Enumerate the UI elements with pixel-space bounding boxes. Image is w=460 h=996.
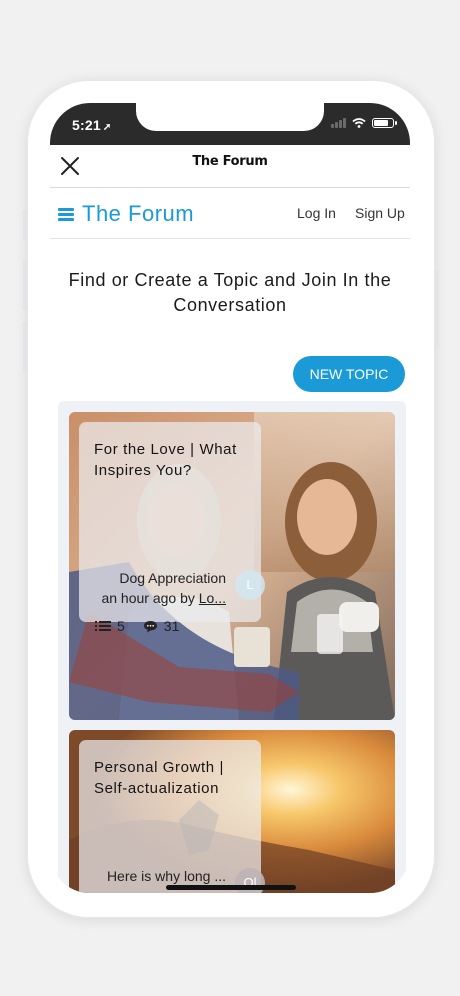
latest-post-meta: an hour ago by Lo... (96, 588, 226, 608)
topic-latest-post: Here is why long ... (96, 866, 226, 886)
app-header: The Forum (50, 145, 410, 188)
topic-latest-post: Dog Appreciation an hour ago by Lo... (96, 568, 226, 608)
status-time: 5:21 ➚ (72, 117, 111, 133)
app-header-title: The Forum (192, 154, 268, 169)
topic-card-overlay: Personal Growth | Self-actualization Her… (79, 740, 265, 893)
status-time-text: 5:21 (72, 117, 101, 133)
battery-icon (372, 118, 397, 128)
login-link[interactable]: Log In (297, 205, 336, 221)
cellular-signal-icon (331, 118, 346, 128)
phone-power-button (435, 270, 439, 348)
latest-post-title: Here is why long ... (106, 868, 226, 884)
topic-title: Personal Growth | Self-actualization (94, 759, 224, 797)
wifi-icon (352, 118, 366, 128)
latest-post-title: Dog Appreciation (119, 570, 226, 586)
topic-card[interactable]: For the Love | What Inspires You? Dog Ap… (69, 412, 395, 720)
page-headline: Find or Create a Topic and Join In the C… (68, 270, 392, 315)
topic-title: For the Love | What Inspires You? (94, 441, 237, 479)
phone-volume-down-button (23, 322, 27, 372)
phone-notch (136, 103, 324, 131)
topic-stats: 5 31 (95, 618, 179, 634)
home-indicator[interactable] (166, 885, 296, 890)
site-brand-link[interactable]: The Forum (82, 201, 194, 227)
phone-volume-up-button (23, 260, 27, 310)
posts-count: 5 (117, 618, 125, 634)
hamburger-menu-icon[interactable] (58, 208, 74, 221)
status-icons (331, 118, 397, 128)
location-arrow-icon: ➚ (102, 122, 112, 133)
phone-screen: 5:21 ➚ The Forum The Forum Log In Sign Up… (50, 103, 410, 893)
latest-post-time: an hour ago by (101, 590, 195, 606)
comments-count: 31 (163, 618, 180, 634)
list-icon (95, 621, 111, 631)
phone-side-button (23, 210, 27, 240)
latest-post-author-link[interactable]: Lo... (199, 590, 226, 606)
signup-link[interactable]: Sign Up (355, 205, 405, 221)
site-navbar: The Forum Log In Sign Up (50, 188, 410, 239)
new-topic-button[interactable]: NEW TOPIC (293, 356, 405, 392)
avatar: L (235, 570, 265, 600)
comment-icon (143, 620, 157, 632)
topic-card-overlay: For the Love | What Inspires You? Dog Ap… (79, 422, 265, 634)
topic-card[interactable]: Personal Growth | Self-actualization Her… (69, 730, 395, 893)
